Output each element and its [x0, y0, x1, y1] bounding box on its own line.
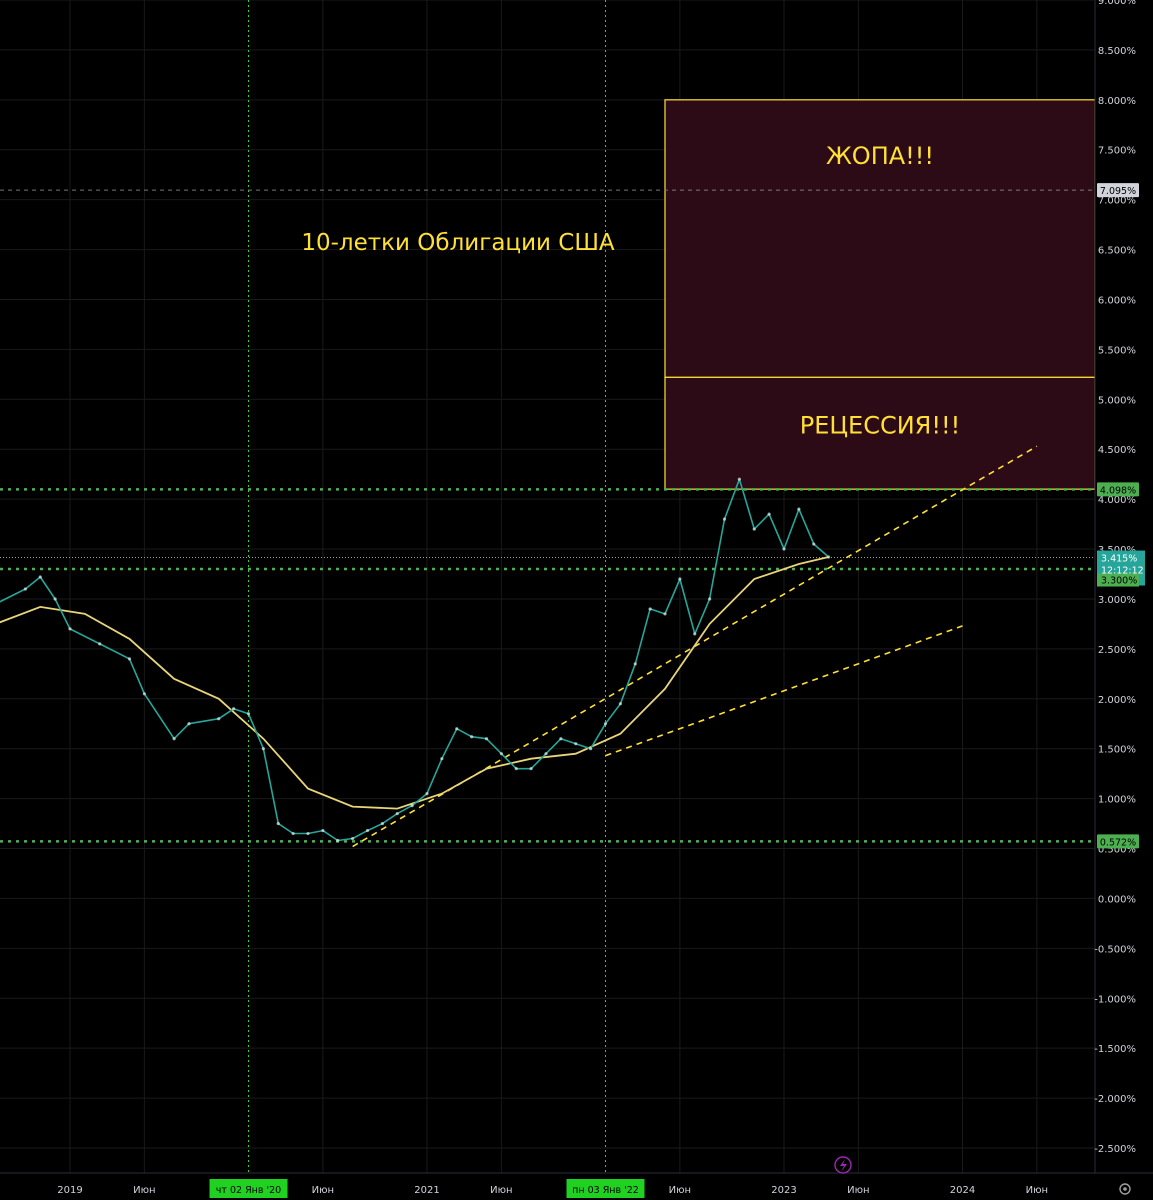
level-mid-tag: 3.300% — [1101, 576, 1137, 587]
current-price-tag: 3.415% — [1101, 554, 1137, 565]
price-point — [782, 547, 786, 551]
chart-container[interactable]: ЖОПА!!! РЕЦЕССИЯ!!! 10-летки Облигации СШ… — [0, 0, 1153, 1200]
x-tick-label: Июн — [669, 1185, 691, 1196]
price-point — [23, 587, 27, 591]
price-point — [291, 831, 295, 836]
y-tick-label: 4.000% — [1098, 495, 1136, 506]
price-point — [306, 831, 310, 836]
price-point — [395, 811, 399, 816]
price-point — [812, 542, 816, 546]
price-point — [470, 735, 474, 739]
price-point — [678, 577, 682, 581]
y-tick-label: -2.000% — [1094, 1094, 1136, 1105]
price-point — [514, 767, 518, 771]
x-tick-label: 2023 — [771, 1185, 796, 1196]
date-marker-label: пн 03 Янв '22 — [572, 1185, 639, 1196]
price-point — [217, 717, 221, 721]
x-tick-label: Июн — [490, 1185, 512, 1196]
price-point — [544, 752, 548, 756]
date-marker-label: чт 02 Янв '20 — [216, 1185, 281, 1196]
bond-yield-chart[interactable]: ЖОПА!!! РЕЦЕССИЯ!!! 10-летки Облигации СШ… — [0, 0, 1153, 1200]
chart-annotation: 10-летки Облигации США — [301, 230, 615, 256]
price-point — [380, 821, 384, 826]
price-point — [663, 612, 667, 616]
price-point — [767, 512, 771, 516]
level-high-tag: 4.098% — [1100, 485, 1136, 496]
price-point — [484, 737, 489, 741]
price-point — [440, 757, 444, 761]
x-tick-label: 2024 — [950, 1185, 975, 1196]
zones-layer: ЖОПА!!! РЕЦЕССИЯ!!! — [664, 99, 1096, 490]
y-tick-label: 1.000% — [1098, 795, 1136, 806]
y-tick-label: 8.000% — [1098, 96, 1136, 107]
price-point — [648, 607, 652, 611]
annotations: 10-летки Облигации США — [301, 230, 615, 256]
price-point — [246, 712, 251, 716]
y-tick-label: 5.000% — [1098, 395, 1136, 406]
y-tick-label: 4.500% — [1098, 445, 1136, 456]
price-point — [38, 575, 42, 579]
x-tick-label: Июн — [133, 1185, 155, 1196]
price-point — [529, 767, 533, 771]
price-point — [797, 507, 801, 511]
price-point — [68, 627, 72, 631]
y-tick-label: 9.000% — [1098, 0, 1136, 7]
price-point — [172, 737, 176, 741]
price-point — [365, 828, 370, 833]
y-tick-label: 5.500% — [1098, 345, 1136, 356]
price-point — [410, 803, 414, 808]
price-point — [574, 742, 578, 746]
x-tick-label: 2021 — [414, 1185, 439, 1196]
gear-icon-hub — [1123, 1187, 1127, 1191]
price-point — [53, 597, 57, 601]
y-tick-label: 6.500% — [1098, 246, 1136, 257]
price-point — [499, 752, 503, 756]
price-point — [827, 555, 831, 559]
price-point — [187, 722, 191, 726]
y-tick-label: -0.500% — [1094, 944, 1136, 955]
x-tick-label: Июн — [847, 1185, 869, 1196]
y-tick-label: 0.000% — [1098, 894, 1136, 905]
y-tick-label: 6.000% — [1098, 295, 1136, 306]
price-point — [708, 597, 712, 601]
price-point — [752, 527, 756, 531]
y-tick-label: -1.000% — [1094, 994, 1136, 1005]
y-tick-label: 2.000% — [1098, 695, 1136, 706]
price-point — [232, 707, 236, 711]
price-point — [722, 517, 727, 521]
zone-label: ЖОПА!!! — [826, 142, 934, 170]
price-point — [603, 722, 608, 726]
price-point — [98, 642, 102, 646]
x-tick-label: Июн — [312, 1185, 334, 1196]
y-tick-label: 7.500% — [1098, 146, 1136, 157]
price-point — [127, 657, 132, 661]
price-point — [336, 838, 340, 843]
y-tick-label: 7.000% — [1098, 196, 1136, 207]
y-tick-label: 2.500% — [1098, 645, 1136, 656]
y-tick-label: -2.500% — [1094, 1144, 1136, 1155]
price-point — [351, 836, 355, 841]
y-tick-label: 8.500% — [1098, 46, 1136, 57]
y-tick-label: -1.500% — [1094, 1044, 1136, 1055]
y-tick-label: 3.000% — [1098, 595, 1136, 606]
price-point — [737, 477, 741, 481]
price-point — [633, 662, 637, 666]
x-tick-label: 2019 — [57, 1185, 82, 1196]
price-point — [455, 727, 459, 731]
price-point — [693, 632, 697, 636]
price-point — [261, 747, 265, 751]
reference-tag: 7.095% — [1100, 186, 1136, 197]
price-point — [142, 692, 146, 696]
price-point — [618, 702, 622, 706]
price-point — [425, 792, 429, 796]
price-point — [589, 747, 593, 751]
level-low-tag: 0.572% — [1100, 837, 1136, 848]
price-point — [321, 828, 325, 833]
zone-label: РЕЦЕССИЯ!!! — [800, 411, 960, 439]
price-point — [559, 737, 563, 741]
x-tick-label: Июн — [1026, 1185, 1048, 1196]
y-tick-label: 1.500% — [1098, 745, 1136, 756]
price-point — [276, 821, 280, 826]
